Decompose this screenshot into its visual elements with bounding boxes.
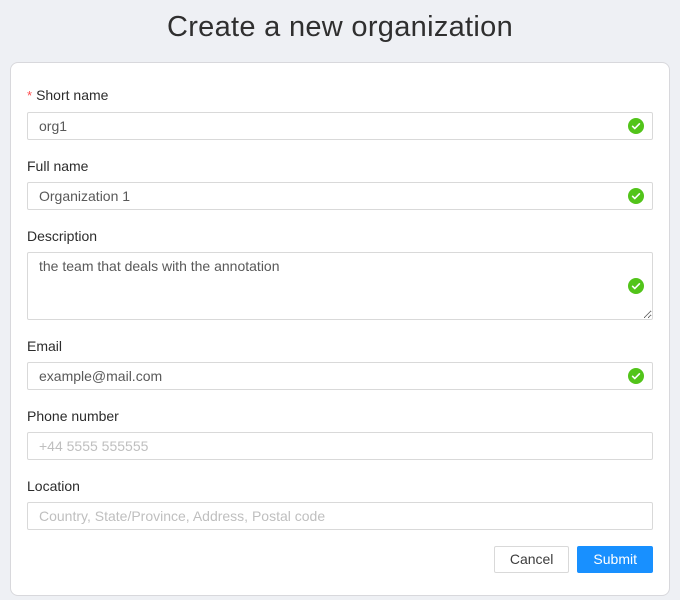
form-actions: Cancel Submit bbox=[27, 546, 653, 573]
short-name-label-text: Short name bbox=[36, 87, 108, 103]
description-label: Description bbox=[27, 226, 653, 246]
full-name-input[interactable] bbox=[27, 182, 653, 210]
email-input[interactable] bbox=[27, 362, 653, 390]
form-item-description: Description the team that deals with the… bbox=[27, 226, 653, 320]
location-input[interactable] bbox=[27, 502, 653, 530]
description-label-text: Description bbox=[27, 228, 97, 244]
email-label-text: Email bbox=[27, 338, 62, 354]
page-title: Create a new organization bbox=[0, 0, 680, 45]
location-label: Location bbox=[27, 476, 653, 496]
short-name-control bbox=[27, 112, 653, 140]
short-name-label: * Short name bbox=[27, 85, 653, 106]
form-item-short-name: * Short name bbox=[27, 85, 653, 140]
location-control bbox=[27, 502, 653, 530]
phone-label: Phone number bbox=[27, 406, 653, 426]
email-control bbox=[27, 362, 653, 390]
phone-control bbox=[27, 432, 653, 460]
cancel-button[interactable]: Cancel bbox=[494, 546, 570, 573]
form-item-location: Location bbox=[27, 476, 653, 530]
full-name-label: Full name bbox=[27, 156, 653, 176]
form-item-phone: Phone number bbox=[27, 406, 653, 460]
phone-label-text: Phone number bbox=[27, 408, 119, 424]
full-name-label-text: Full name bbox=[27, 158, 88, 174]
description-textarea[interactable]: the team that deals with the annotation bbox=[27, 252, 653, 320]
short-name-input[interactable] bbox=[27, 112, 653, 140]
form-item-email: Email bbox=[27, 336, 653, 390]
location-label-text: Location bbox=[27, 478, 80, 494]
full-name-control bbox=[27, 182, 653, 210]
description-control: the team that deals with the annotation bbox=[27, 252, 653, 320]
email-label: Email bbox=[27, 336, 653, 356]
submit-button[interactable]: Submit bbox=[577, 546, 653, 573]
phone-input[interactable] bbox=[27, 432, 653, 460]
form-item-full-name: Full name bbox=[27, 156, 653, 210]
required-asterisk: * bbox=[27, 88, 32, 103]
organization-form-card: * Short name Full name Description the te… bbox=[10, 62, 670, 596]
